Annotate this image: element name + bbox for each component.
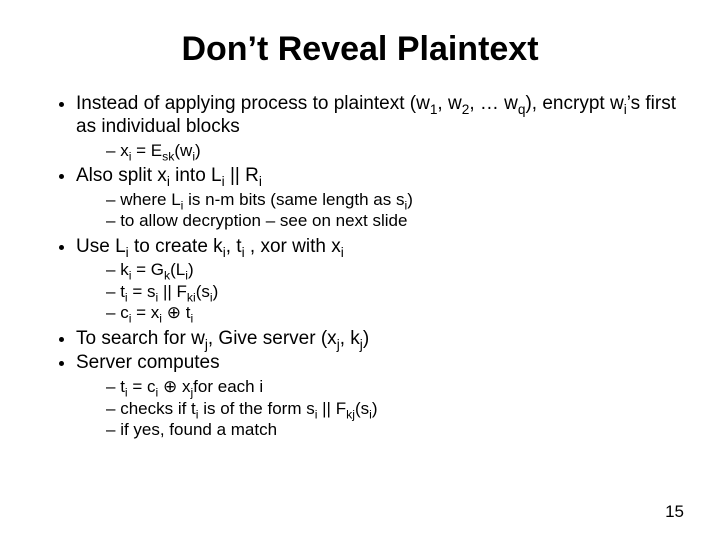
bullet-3-sub-3: ci = xi ⊕ ti: [106, 303, 680, 323]
bullet-4: To search for wj, Give server (xj, kj): [76, 328, 680, 351]
bullet-5-sub-2: checks if ti is of the form si || Fkj(si…: [106, 399, 680, 419]
bullet-list: Instead of applying process to plaintext…: [40, 93, 680, 440]
bullet-5: Server computes: [76, 352, 680, 375]
bullet-5-sub-3: if yes, found a match: [106, 420, 680, 440]
bullet-3-sub-1: ki = Gk(Li): [106, 260, 680, 280]
bullet-2-sub-2: to allow decryption – see on next slide: [106, 211, 680, 231]
bullet-1-sub-1: xi = Esk(wi): [106, 141, 680, 161]
bullet-1: Instead of applying process to plaintext…: [76, 93, 680, 139]
bullet-2: Also split xi into Li || Ri: [76, 165, 680, 188]
bullet-2-sub-1: where Li is n-m bits (same length as si): [106, 190, 680, 210]
bullet-3-sub-2: ti = si || Fki(si): [106, 282, 680, 302]
bullet-3: Use Li to create ki, ti , xor with xi: [76, 236, 680, 259]
slide-title: Don’t Reveal Plaintext: [40, 30, 680, 69]
bullet-5-sub-1: ti = ci ⊕ xjfor each i: [106, 377, 680, 397]
page-number: 15: [665, 502, 684, 522]
